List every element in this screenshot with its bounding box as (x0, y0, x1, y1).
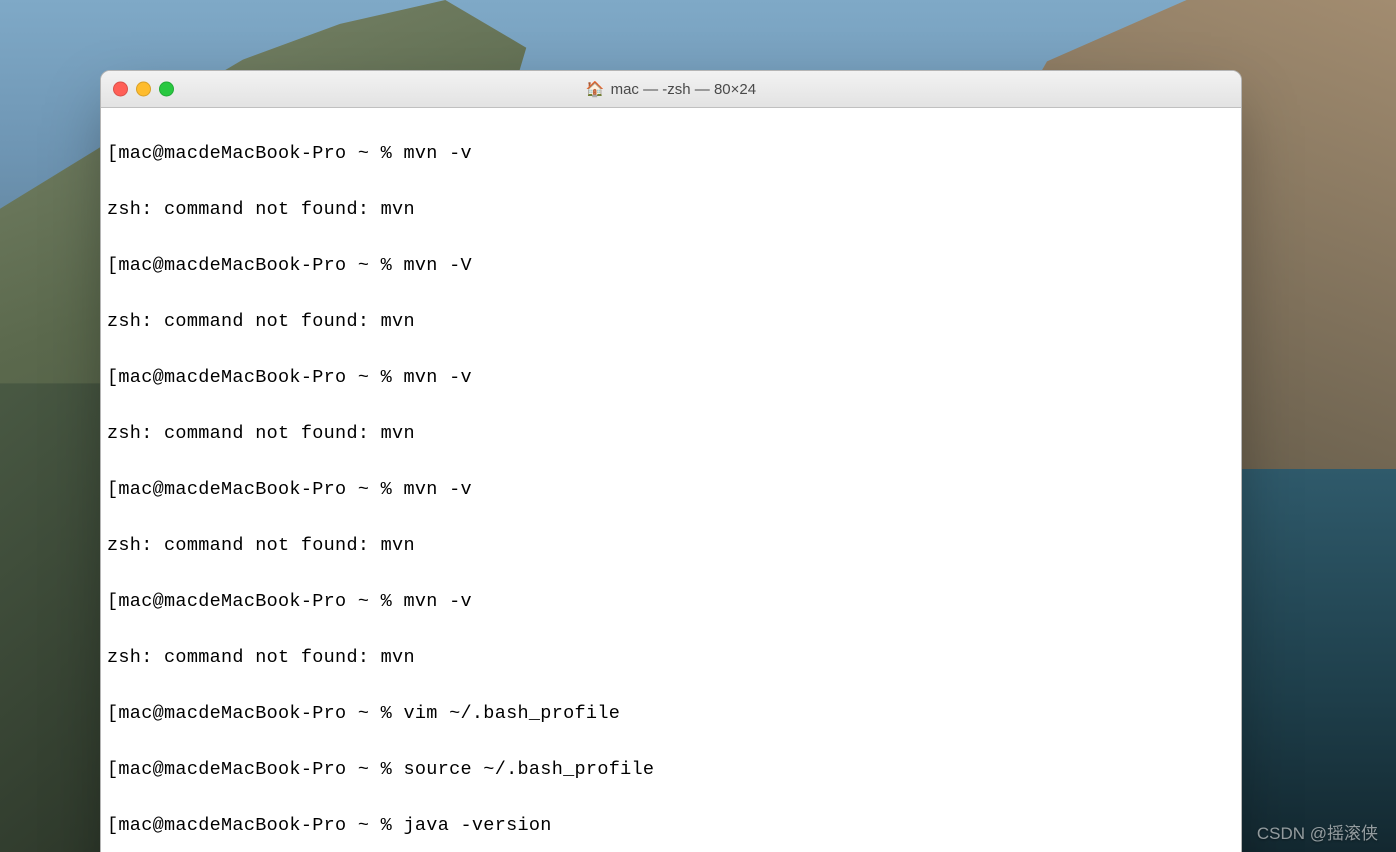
terminal-line: [mac@macdeMacBook-Pro ~ % mvn -v (107, 588, 1235, 616)
home-icon: 🏠 (586, 82, 605, 97)
desktop-wallpaper: 🏠 mac — -zsh — 80×24 [mac@macdeMacBook-P… (0, 0, 1396, 852)
watermark-text: CSDN @摇滚侠 (1257, 819, 1378, 844)
window-title: 🏠 mac — -zsh — 80×24 (101, 81, 1241, 98)
window-title-text: mac — -zsh — 80×24 (611, 81, 756, 98)
terminal-line: [mac@macdeMacBook-Pro ~ % java -version (107, 812, 1235, 840)
terminal-line: zsh: command not found: mvn (107, 644, 1235, 672)
window-titlebar[interactable]: 🏠 mac — -zsh — 80×24 (101, 71, 1241, 108)
terminal-line: zsh: command not found: mvn (107, 420, 1235, 448)
terminal-line: [mac@macdeMacBook-Pro ~ % mvn -v (107, 364, 1235, 392)
terminal-line: [mac@macdeMacBook-Pro ~ % vim ~/.bash_pr… (107, 700, 1235, 728)
terminal-line: [mac@macdeMacBook-Pro ~ % mvn -v (107, 476, 1235, 504)
terminal-line: [mac@macdeMacBook-Pro ~ % source ~/.bash… (107, 756, 1235, 784)
terminal-line: zsh: command not found: mvn (107, 308, 1235, 336)
terminal-line: zsh: command not found: mvn (107, 532, 1235, 560)
terminal-output[interactable]: [mac@macdeMacBook-Pro ~ % mvn -v zsh: co… (101, 108, 1241, 852)
terminal-line: [mac@macdeMacBook-Pro ~ % mvn -v (107, 140, 1235, 168)
terminal-window[interactable]: 🏠 mac — -zsh — 80×24 [mac@macdeMacBook-P… (100, 70, 1242, 852)
terminal-line: zsh: command not found: mvn (107, 196, 1235, 224)
terminal-line: [mac@macdeMacBook-Pro ~ % mvn -V (107, 252, 1235, 280)
